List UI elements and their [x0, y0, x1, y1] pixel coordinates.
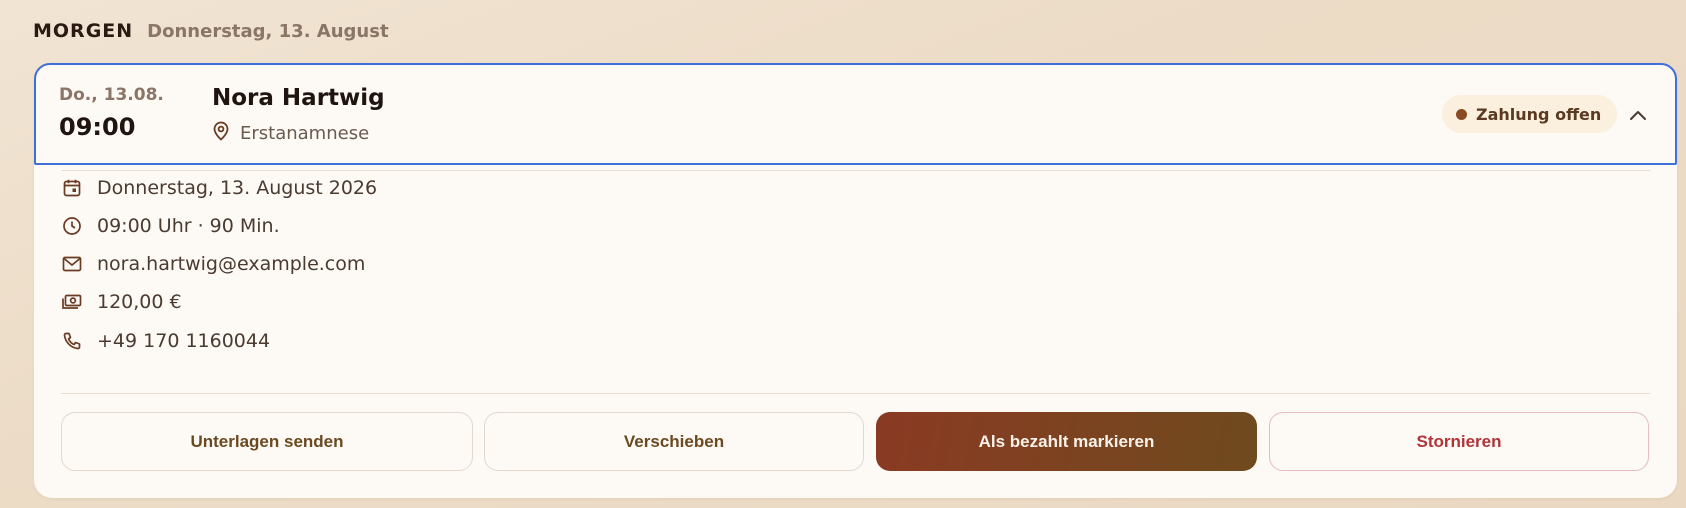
detail-price: 120,00 €	[61, 291, 182, 313]
appointment-time: 09:00	[59, 113, 136, 141]
section-title: MORGEN	[33, 20, 134, 42]
day-section-header: MORGEN Donnerstag, 13. August	[33, 20, 389, 42]
appointment-short-date: Do., 13.08.	[59, 85, 164, 105]
reschedule-button[interactable]: Verschieben	[484, 412, 864, 471]
detail-email-text: nora.hartwig@example.com	[97, 253, 366, 275]
clock-icon	[61, 215, 83, 237]
client-name: Nora Hartwig	[212, 85, 385, 111]
detail-phone: +49 170 1160044	[61, 330, 270, 352]
detail-date: Donnerstag, 13. August 2026	[61, 177, 377, 199]
divider-bottom	[61, 393, 1650, 394]
location-label: Erstanamnese	[240, 122, 370, 144]
detail-date-text: Donnerstag, 13. August 2026	[97, 177, 378, 199]
detail-price-text: 120,00 €	[97, 291, 182, 313]
money-icon	[61, 291, 83, 313]
detail-time-text: 09:00 Uhr · 90 Min.	[97, 215, 280, 237]
appointment-location: Erstanamnese	[212, 121, 369, 145]
divider-top	[61, 170, 1650, 171]
status-dot	[1456, 108, 1467, 120]
appointment-card: Do., 13.08. 09:00 Nora Hartwig Erstanamn…	[34, 63, 1677, 498]
appointment-card-header[interactable]: Do., 13.08. 09:00 Nora Hartwig Erstanamn…	[34, 63, 1677, 165]
cancel-appointment-button[interactable]: Stornieren	[1269, 412, 1649, 471]
status-badge: Zahlung offen	[1442, 95, 1618, 133]
chevron-up-icon[interactable]	[1628, 105, 1648, 125]
detail-email: nora.hartwig@example.com	[61, 253, 365, 275]
detail-phone-text: +49 170 1160044	[97, 330, 271, 352]
mail-icon	[61, 253, 83, 275]
send-documents-button[interactable]: Unterlagen senden	[61, 412, 473, 471]
detail-time: 09:00 Uhr · 90 Min.	[61, 215, 280, 237]
phone-icon	[61, 330, 83, 352]
map-pin-icon	[212, 121, 230, 145]
status-label: Zahlung offen	[1476, 104, 1602, 124]
mark-paid-button[interactable]: Als bezahlt markieren	[876, 412, 1257, 471]
calendar-icon	[61, 177, 83, 199]
section-date: Donnerstag, 13. August	[147, 21, 389, 42]
